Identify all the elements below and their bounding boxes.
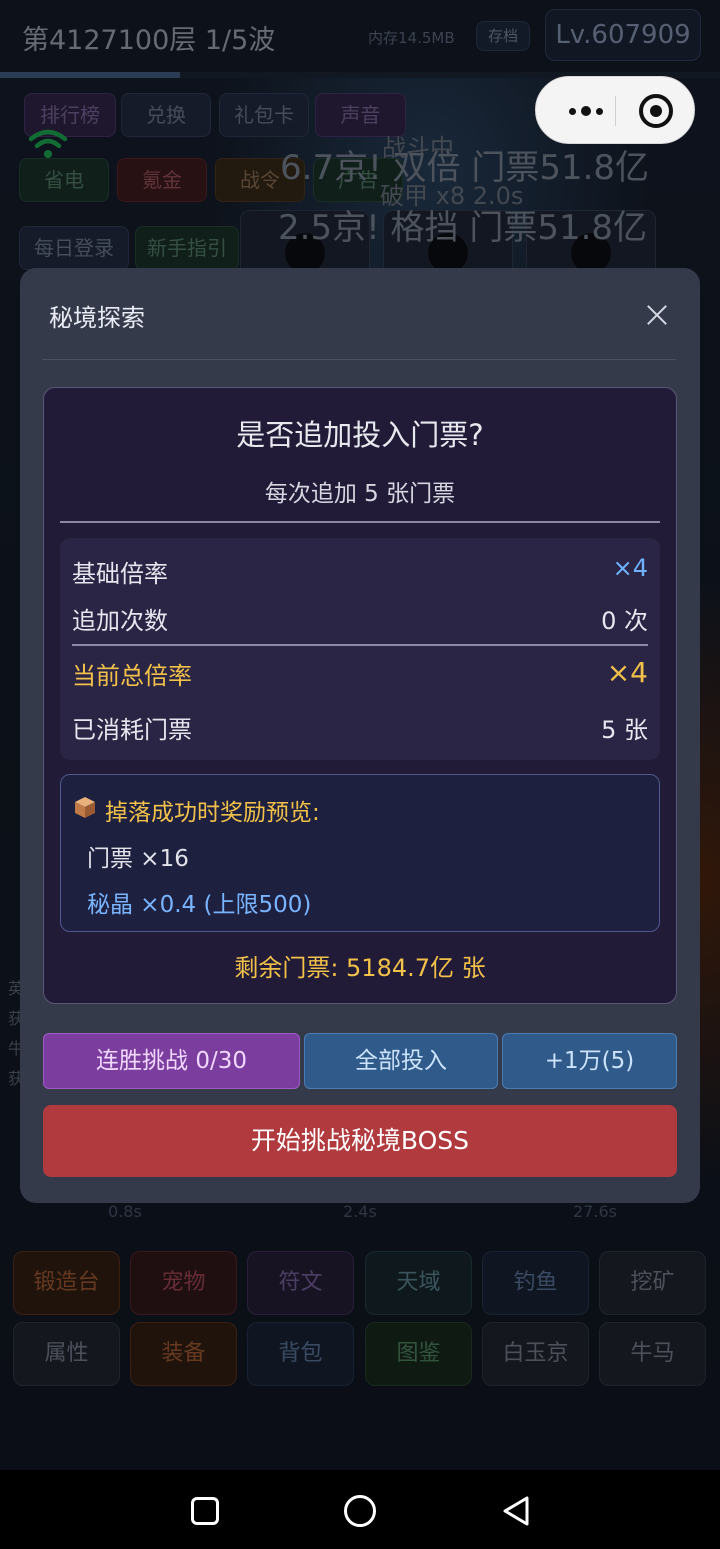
close-icon[interactable] (640, 298, 674, 332)
reward-crystal: 秘晶 ×0.4 (上限500) (87, 892, 312, 918)
stat-row-base-rate: 基础倍率 ×4 (72, 554, 648, 590)
stat-label: 基础倍率 (72, 560, 168, 588)
question-title: 是否追加投入门票? (236, 418, 484, 452)
stat-label: 已消耗门票 (72, 716, 192, 744)
reward-title: 掉落成功时奖励预览: (105, 800, 320, 826)
add-10k-button[interactable]: +1万(5) (502, 1033, 677, 1089)
reward-ticket: 门票 ×16 (87, 846, 189, 872)
stat-value: ×4 (612, 554, 648, 582)
stat-label: 追加次数 (72, 607, 168, 635)
stat-value: ×4 (606, 656, 648, 689)
target-icon[interactable] (639, 94, 673, 128)
divider (42, 359, 676, 360)
reward-preview-box: 掉落成功时奖励预览: 门票 ×16 秘晶 ×0.4 (上限500) (60, 774, 660, 932)
start-boss-challenge-button[interactable]: 开始挑战秘境BOSS (43, 1105, 677, 1177)
modal-title: 秘境探索 (49, 304, 145, 332)
remaining-tickets: 剩余门票: 5184.7亿 张 (234, 954, 486, 982)
box-icon (75, 797, 95, 818)
square-icon[interactable] (191, 1497, 219, 1525)
streak-challenge-button[interactable]: 连胜挑战 0/30 (43, 1033, 300, 1089)
stat-row-consumed: 已消耗门票 5 张 (72, 710, 648, 746)
secret-realm-modal: 秘境探索 是否追加投入门票? 每次追加 5 张门票 基础倍率 ×4 追加次数 0… (20, 268, 700, 1203)
divider (60, 521, 660, 523)
stat-value: 5 张 (601, 716, 648, 744)
more-dots-icon[interactable] (558, 94, 614, 128)
stats-box: 基础倍率 ×4 追加次数 0 次 当前总倍率 ×4 已消耗门票 5 张 (60, 538, 660, 760)
triangle-back-icon[interactable] (500, 1494, 532, 1528)
miniprogram-capsule (535, 76, 695, 144)
stat-row-total-rate: 当前总倍率 ×4 (72, 656, 648, 692)
circle-icon[interactable] (344, 1495, 376, 1527)
stat-value: 0 次 (601, 607, 648, 635)
stat-label: 当前总倍率 (72, 662, 192, 690)
question-subtitle: 每次追加 5 张门票 (264, 481, 456, 507)
capsule-divider (615, 96, 616, 126)
stat-row-add-count: 追加次数 0 次 (72, 601, 648, 637)
invest-all-button[interactable]: 全部投入 (304, 1033, 498, 1089)
divider (72, 644, 648, 646)
ticket-panel: 是否追加投入门票? 每次追加 5 张门票 基础倍率 ×4 追加次数 0 次 当前… (43, 387, 677, 1004)
